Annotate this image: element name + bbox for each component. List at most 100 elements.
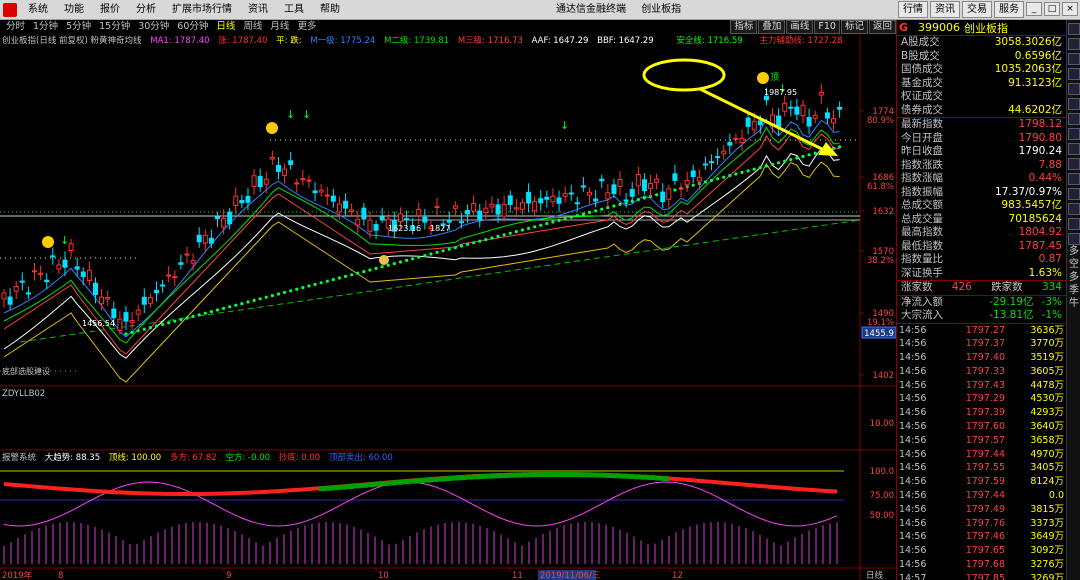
- chart-icon[interactable]: [1067, 38, 1080, 50]
- indicator-button[interactable]: 指标: [730, 20, 758, 34]
- candle-body: [654, 178, 660, 183]
- strength-dot: [636, 198, 640, 202]
- stat-row: 最高指数 1804.92: [897, 226, 1066, 240]
- highlight-ellipse: [642, 58, 726, 92]
- candle-body: [25, 292, 31, 295]
- bar2-icon[interactable]: [1067, 188, 1080, 200]
- grid-icon[interactable]: [1067, 23, 1080, 35]
- chart2-icon[interactable]: [1067, 83, 1080, 95]
- menu-item-system[interactable]: 系统: [20, 3, 56, 17]
- bar-icon[interactable]: [1067, 128, 1080, 140]
- tab-monthly[interactable]: 月线: [266, 21, 293, 33]
- strength-dot: [130, 330, 134, 334]
- tab-5min[interactable]: 5分钟: [62, 21, 95, 33]
- tick-row: 14:56 1797.43 4478万: [897, 379, 1066, 393]
- tab-60min[interactable]: 60分钟: [173, 21, 212, 33]
- kline-chart-area[interactable]: 1774 80.9% 1686 61.8% 1632 1570 38.2% 1490 19.1%…: [0, 34, 896, 580]
- dot-icon[interactable]: [1067, 113, 1080, 125]
- candle-body: [160, 284, 166, 287]
- candle-body: [135, 309, 141, 315]
- tab-15min[interactable]: 15分钟: [95, 21, 134, 33]
- candle-body: [147, 296, 153, 304]
- trend-ribbon-green: [648, 475, 655, 481]
- tab-timeshare[interactable]: 分时: [2, 21, 29, 33]
- strength-dot: [313, 282, 317, 286]
- strength-dot: [337, 276, 342, 280]
- service-button[interactable]: 服务: [994, 1, 1024, 18]
- menu-item-analysis[interactable]: 分析: [128, 3, 164, 17]
- candle-body: [19, 280, 25, 283]
- table2-icon[interactable]: [1067, 98, 1080, 110]
- tick-volume: 8124万: [1030, 476, 1064, 488]
- ma-icon[interactable]: [1067, 158, 1080, 170]
- menu-item-function[interactable]: 功能: [56, 3, 92, 17]
- kline-chart-svg[interactable]: 177480.9%168661.8%1632157038.2%149019.1%…: [0, 34, 896, 580]
- tab-30min[interactable]: 30分钟: [134, 21, 173, 33]
- candle-body: [294, 182, 300, 185]
- app-name: 通达信金融终端: [556, 4, 626, 15]
- strength-dot: [520, 228, 525, 232]
- up-count: 426: [951, 281, 972, 293]
- menu-item-help[interactable]: 帮助: [312, 3, 348, 17]
- menu-item-news[interactable]: 资讯: [240, 3, 276, 17]
- tick-price: 1797.40: [965, 352, 1005, 364]
- line-icon[interactable]: [1067, 143, 1080, 155]
- strip-label[interactable]: 多: [1067, 245, 1080, 258]
- tick-price: 1797.39: [965, 407, 1005, 419]
- trade-button[interactable]: 交易: [962, 1, 992, 18]
- strip-label[interactable]: 空: [1067, 258, 1080, 271]
- f10-button[interactable]: F10: [814, 20, 840, 34]
- back-button[interactable]: 返回: [868, 20, 896, 34]
- cross-icon[interactable]: [1067, 203, 1080, 215]
- rsi-icon[interactable]: [1067, 173, 1080, 185]
- candle-body: [739, 137, 745, 144]
- candle-body: [483, 207, 489, 214]
- tick-list[interactable]: 14:56 1797.27 3636万 14:56 1797.37 3770万 14:56 1…: [897, 324, 1066, 580]
- turnover-row-label: A股成交: [901, 36, 940, 48]
- x-axis-label: 2019/11/06/三: [540, 571, 600, 580]
- tab-daily[interactable]: 日线: [212, 21, 239, 33]
- quote-button[interactable]: 行情: [898, 1, 928, 18]
- strength-dot: [642, 196, 647, 200]
- tick-volume: 3649万: [1030, 531, 1064, 543]
- strip-label[interactable]: 多: [1067, 271, 1080, 284]
- candle-body: [330, 195, 336, 202]
- maximize-icon[interactable]: □: [1044, 2, 1060, 16]
- strength-dot: [423, 254, 427, 258]
- strength-dot: [392, 262, 396, 266]
- overlay-button[interactable]: 叠加: [758, 20, 786, 34]
- draw-line-button[interactable]: 画线: [786, 20, 814, 34]
- candle-body: [623, 199, 629, 202]
- trend-ribbon-green: [501, 473, 508, 479]
- mark-button[interactable]: 标记: [840, 20, 868, 34]
- fe-icon[interactable]: [1067, 68, 1080, 80]
- candle-body: [7, 296, 13, 305]
- news-button[interactable]: 资讯: [930, 1, 960, 18]
- stat-row-value: 1787.45: [1018, 239, 1062, 252]
- legend-top-line: 顶线: 100.00: [108, 453, 162, 463]
- ma-green-line: [3, 126, 840, 344]
- zoom-out-icon[interactable]: [1067, 233, 1080, 245]
- menu-item-quote[interactable]: 报价: [92, 3, 128, 17]
- strip-label[interactable]: 牛: [1067, 297, 1080, 310]
- stat-row-label: 昨日收盘: [901, 145, 943, 157]
- candle-body: [599, 178, 605, 182]
- menu-item-ext-market[interactable]: 扩展市场行情: [164, 3, 240, 17]
- tab-more[interactable]: 更多: [293, 21, 320, 33]
- strip-label[interactable]: 季: [1067, 284, 1080, 297]
- price-tag: 1455.9: [864, 329, 894, 339]
- strength-dot: [221, 306, 226, 310]
- tab-weekly[interactable]: 周线: [239, 21, 266, 33]
- updown-row: 涨家数 426 跌家数 334: [897, 281, 1066, 295]
- close-icon[interactable]: ×: [1062, 2, 1078, 16]
- zoom-in-icon[interactable]: [1067, 218, 1080, 230]
- minimize-icon[interactable]: _: [1026, 2, 1042, 16]
- strength-dot: [167, 321, 171, 325]
- tab-1min[interactable]: 1分钟: [29, 21, 62, 33]
- stat-row-label: 总成交额: [901, 199, 943, 211]
- candle-body: [166, 274, 172, 277]
- menu-item-tools[interactable]: 工具: [276, 3, 312, 17]
- table-icon[interactable]: [1067, 53, 1080, 65]
- strength-dot: [581, 212, 586, 216]
- turnover-row: 国债成交 1035.2063亿: [897, 63, 1066, 77]
